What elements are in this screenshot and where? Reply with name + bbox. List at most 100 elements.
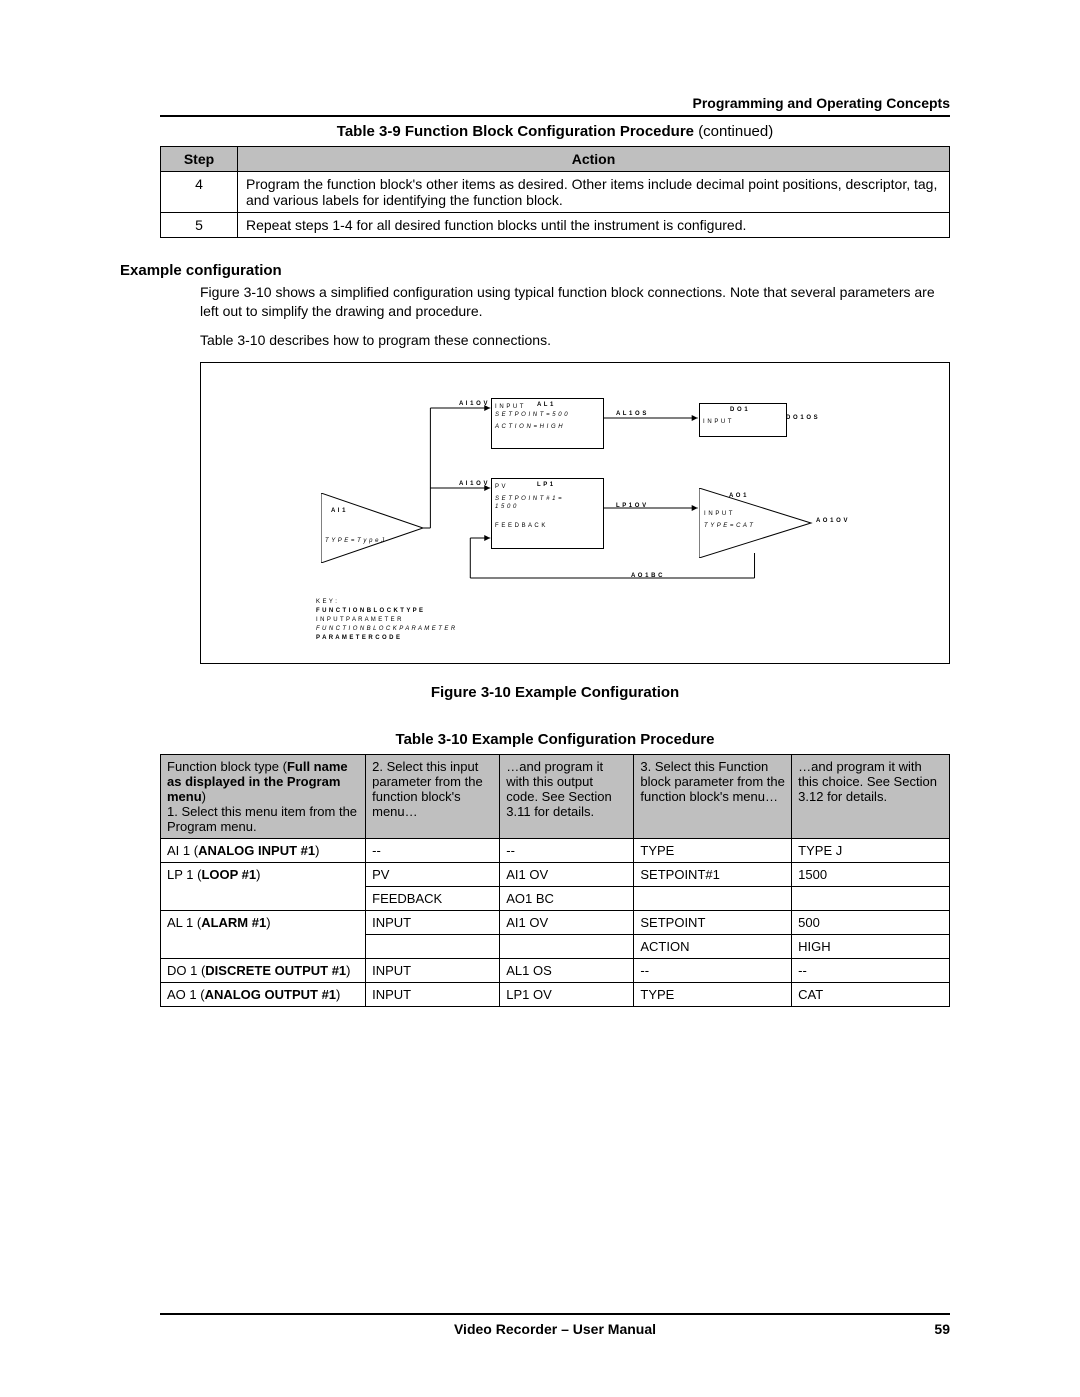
step-cell: 5 — [161, 213, 238, 238]
cell: HIGH — [792, 934, 950, 958]
key-line: F U N C T I O N B L O C K T Y P E — [316, 607, 456, 616]
block-lp1-sp2: 1 5 0 0 — [495, 503, 600, 511]
figure-key: K E Y : F U N C T I O N B L O C K T Y P … — [316, 598, 456, 643]
cell: DO 1 (DISCRETE OUTPUT #1) — [161, 958, 366, 982]
block-lp1-sp: S E T P O I N T # 1 = — [495, 495, 600, 503]
block-do1-input: I N P U T — [703, 418, 783, 426]
block-do1-title: D O 1 — [730, 406, 748, 414]
header-rule — [160, 115, 950, 117]
cell — [366, 934, 500, 958]
txt: ) — [336, 987, 340, 1002]
block-ao1-title: A O 1 — [729, 493, 747, 499]
signal-ai1ov-mid: A I 1 O V — [459, 481, 488, 487]
table-row: 5 Repeat steps 1-4 for all desired funct… — [161, 213, 950, 238]
block-al1-setpoint: S E T P O I N T = 5 0 0 — [495, 411, 600, 419]
table-row: 4 Program the function block's other ite… — [161, 172, 950, 213]
block-ai1-triangle — [321, 493, 426, 563]
action-cell: Program the function block's other items… — [238, 172, 950, 213]
txt: ) — [346, 963, 350, 978]
table39-title: Table 3-9 Function Block Configuration P… — [160, 123, 950, 140]
block-ai1-type: T Y P E = T y p e J — [325, 538, 385, 544]
paragraph: Figure 3-10 shows a simplified configura… — [200, 283, 950, 321]
txt: AL 1 ( — [167, 915, 201, 930]
cell: SETPOINT#1 — [634, 862, 792, 886]
block-do1: D O 1 I N P U T — [699, 403, 787, 437]
txt: AO 1 ( — [167, 987, 205, 1002]
cell — [634, 886, 792, 910]
signal-al1os: A L 1 O S — [616, 411, 647, 417]
cell: -- — [500, 838, 634, 862]
table-3-10: Function block type (Full name as displa… — [160, 754, 950, 1007]
cell: PV — [366, 862, 500, 886]
cell — [792, 886, 950, 910]
cell: -- — [792, 958, 950, 982]
cell: AI 1 (ANALOG INPUT #1) — [161, 838, 366, 862]
t310-h3: …and program it with this output code. S… — [500, 754, 634, 838]
cell: INPUT — [366, 910, 500, 934]
block-lp1: L P 1 P V S E T P O I N T # 1 = 1 5 0 0 … — [491, 478, 604, 549]
t310-h1: Function block type (Full name as displa… — [161, 754, 366, 838]
page-footer: Video Recorder – User Manual 59 — [160, 1313, 950, 1337]
cell: AO 1 (ANALOG OUTPUT #1) — [161, 982, 366, 1006]
cell: LP1 OV — [500, 982, 634, 1006]
cell: AL 1 (ALARM #1) — [161, 910, 366, 958]
page-number: 59 — [910, 1321, 950, 1337]
step-cell: 4 — [161, 172, 238, 213]
key-line: I N P U T P A R A M E T E R — [316, 616, 456, 625]
txt: DISCRETE OUTPUT #1 — [205, 963, 346, 978]
block-al1-action: A C T I O N = H I G H — [495, 423, 600, 431]
block-ai1-title: A I 1 — [331, 508, 346, 514]
txt: DO 1 ( — [167, 963, 205, 978]
cell: INPUT — [366, 958, 500, 982]
txt: ) — [256, 867, 260, 882]
t310-h5: …and program it with this choice. See Se… — [792, 754, 950, 838]
table-row: AO 1 (ANALOG OUTPUT #1) INPUT LP1 OV TYP… — [161, 982, 950, 1006]
table-row: AI 1 (ANALOG INPUT #1) -- -- TYPE TYPE J — [161, 838, 950, 862]
txt: ANALOG OUTPUT #1 — [205, 987, 336, 1002]
key-line: P A R A M E T E R C O D E — [316, 634, 456, 643]
signal-lp1ov: L P 1 O V — [616, 503, 647, 509]
cell: 1500 — [792, 862, 950, 886]
t310-h1c: ) — [202, 789, 206, 804]
col-action-header: Action — [238, 147, 950, 172]
table-row: DO 1 (DISCRETE OUTPUT #1) INPUT AL1 OS -… — [161, 958, 950, 982]
cell: AI1 OV — [500, 862, 634, 886]
block-ao1-type: T Y P E = C A T — [704, 523, 753, 529]
table-row: LP 1 (LOOP #1) PV AI1 OV SETPOINT#1 1500 — [161, 862, 950, 886]
t310-h2: 2. Select this input parameter from the … — [366, 754, 500, 838]
txt: ) — [266, 915, 270, 930]
cell — [500, 934, 634, 958]
txt: AI 1 ( — [167, 843, 198, 858]
key-line: F U N C T I O N B L O C K P A R A M E T … — [316, 625, 456, 634]
block-lp1-title: L P 1 — [537, 481, 554, 489]
table-row: Step Action — [161, 147, 950, 172]
cell: TYPE J — [792, 838, 950, 862]
action-cell: Repeat steps 1-4 for all desired functio… — [238, 213, 950, 238]
table39-title-suffix: (continued) — [698, 123, 773, 140]
header-section-title: Programming and Operating Concepts — [160, 95, 950, 111]
block-ao1-input: I N P U T — [704, 511, 733, 517]
footer-manual-title: Video Recorder – User Manual — [200, 1321, 910, 1337]
txt: ALARM #1 — [201, 915, 266, 930]
cell: 500 — [792, 910, 950, 934]
signal-ai1ov-top: A I 1 O V — [459, 401, 488, 407]
signal-ao1bc: A O 1 B C — [631, 573, 663, 579]
table39-title-prefix: Table 3-9 Function Block Configuration P… — [337, 123, 698, 140]
cell: -- — [634, 958, 792, 982]
table310-title: Table 3-10 Example Configuration Procedu… — [160, 731, 950, 748]
cell: -- — [366, 838, 500, 862]
block-al1: A L 1 I N P U T S E T P O I N T = 5 0 0 … — [491, 398, 604, 449]
txt: ) — [315, 843, 319, 858]
paragraph: Table 3-10 describes how to program thes… — [200, 331, 950, 350]
cell: FEEDBACK — [366, 886, 500, 910]
t310-h4: 3. Select this Function block parameter … — [634, 754, 792, 838]
cell: CAT — [792, 982, 950, 1006]
table-row: Function block type (Full name as displa… — [161, 754, 950, 838]
signal-do1os: D O 1 O S — [786, 415, 818, 421]
cell: AL1 OS — [500, 958, 634, 982]
cell: AI1 OV — [500, 910, 634, 934]
txt: LOOP #1 — [201, 867, 256, 882]
t310-h1a: Function block type ( — [167, 759, 287, 774]
cell: TYPE — [634, 982, 792, 1006]
block-lp1-feedback: F E E D B A C K — [495, 522, 600, 530]
